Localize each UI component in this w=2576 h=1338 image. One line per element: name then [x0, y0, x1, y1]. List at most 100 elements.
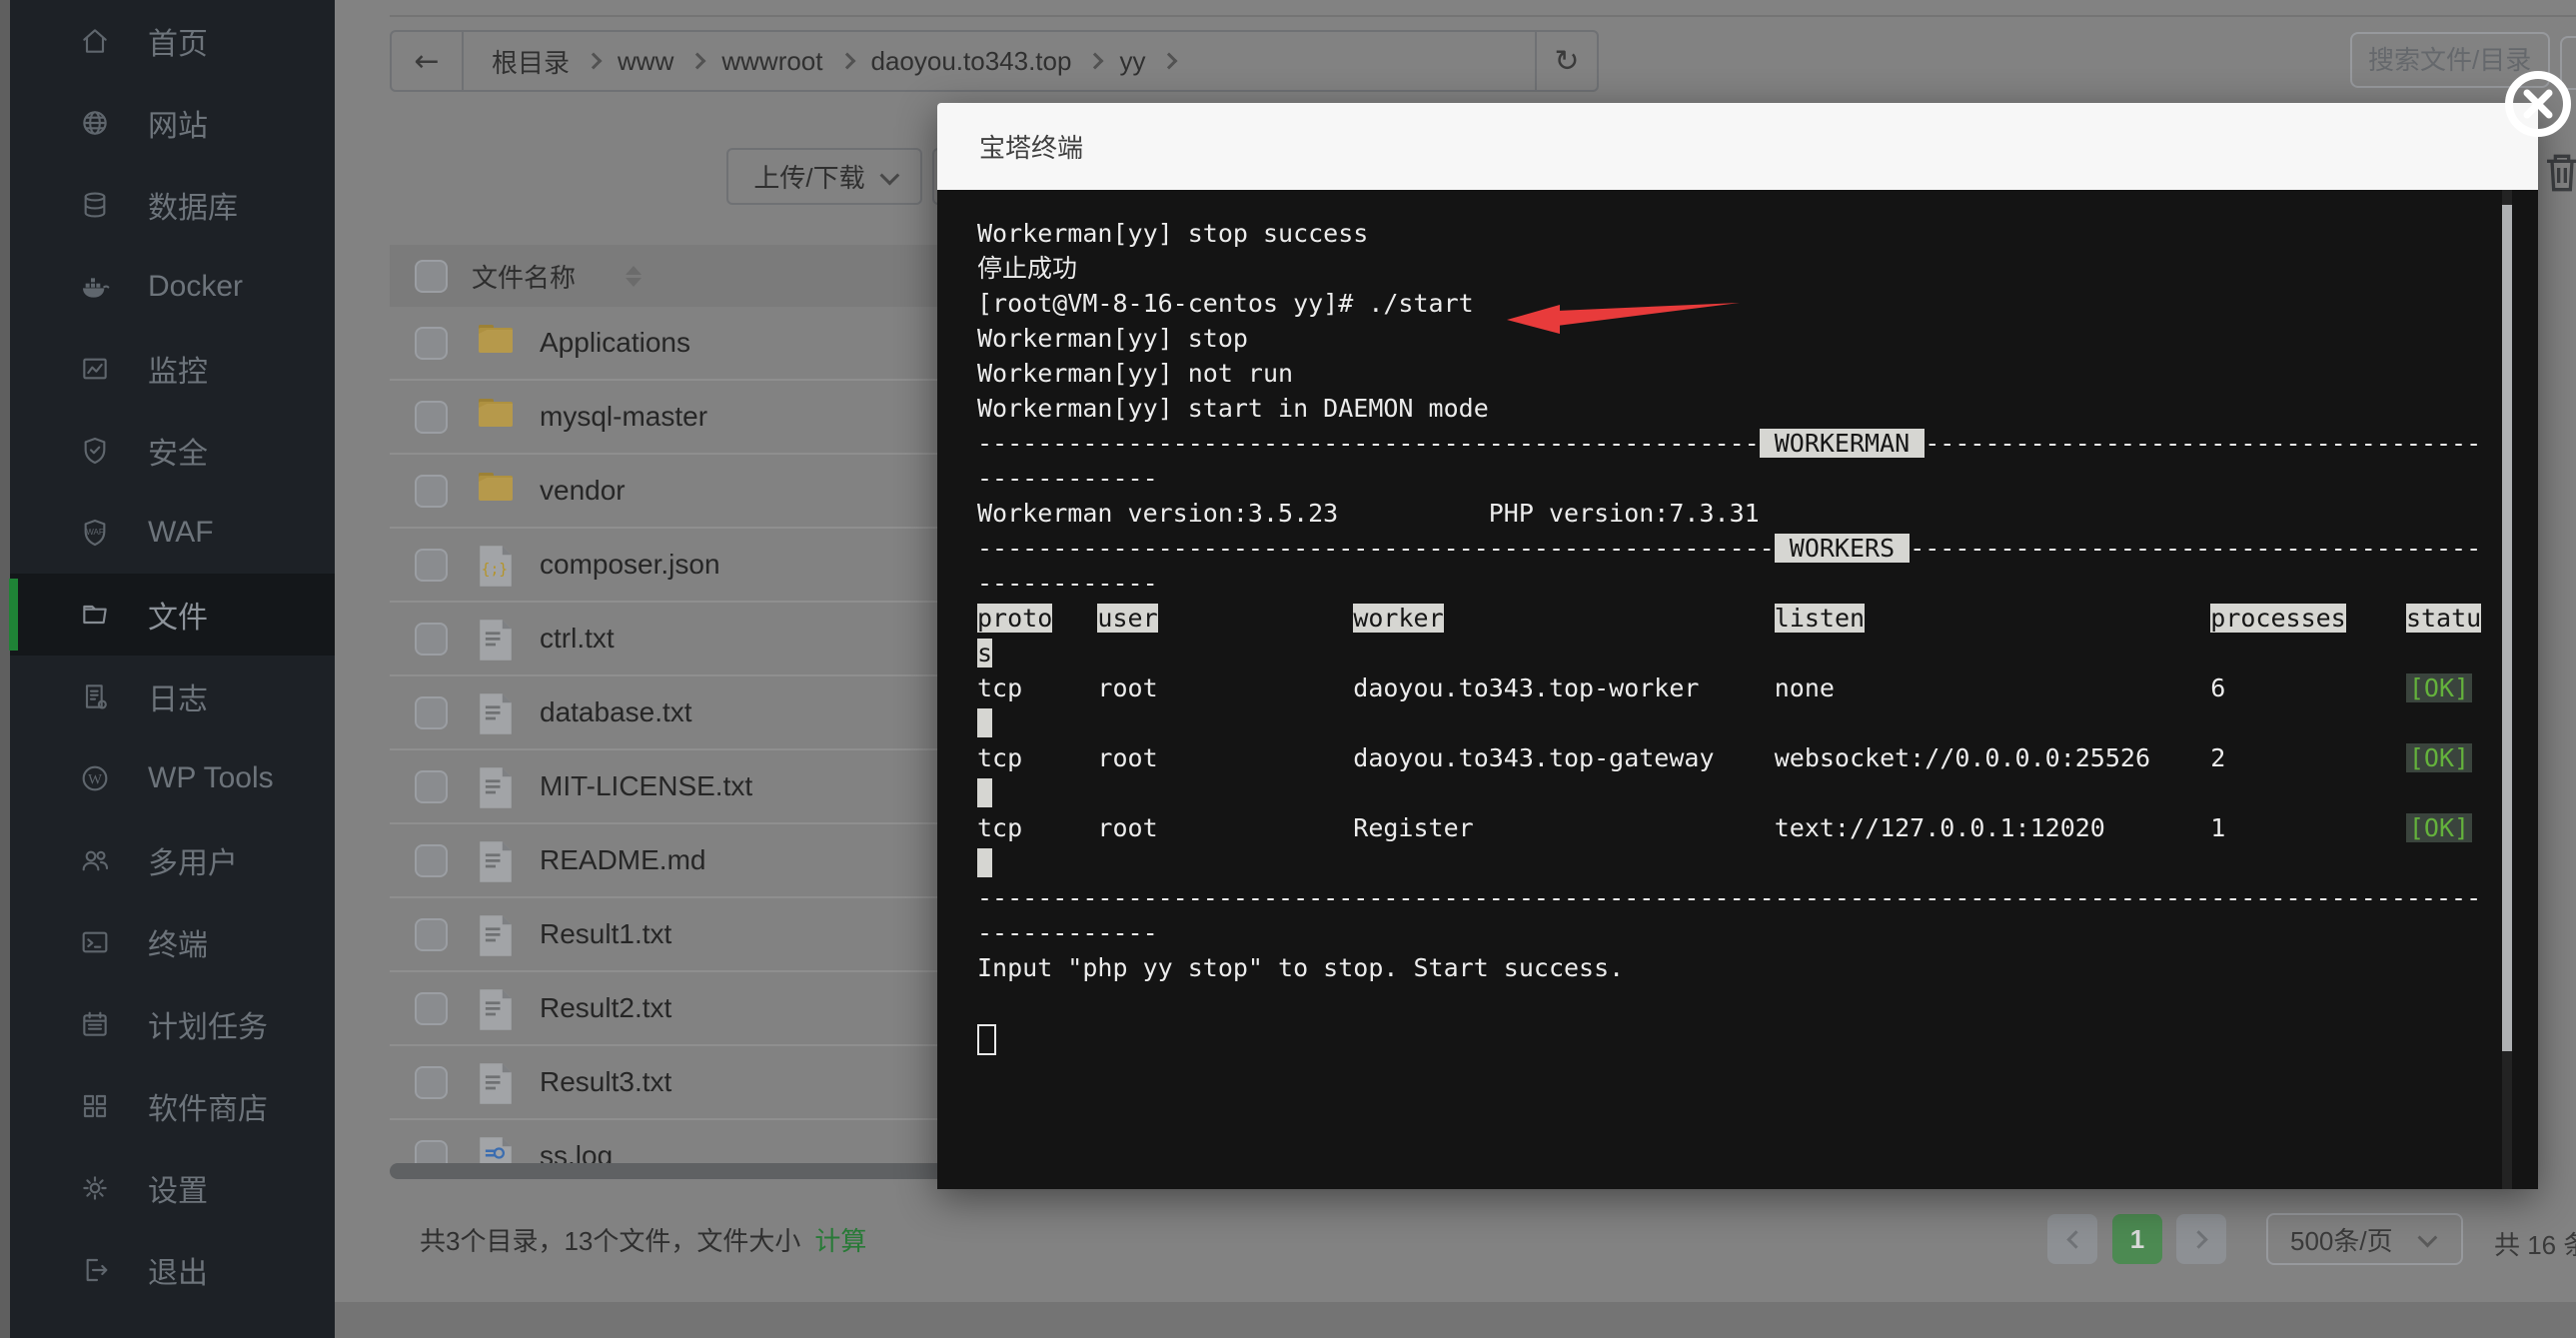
file-row[interactable]: database.txt — [390, 674, 1009, 748]
sort-icon[interactable] — [626, 266, 642, 287]
grid-icon — [78, 1089, 112, 1123]
breadcrumb-segment[interactable]: www — [618, 46, 673, 77]
terminal-scrollbar-thumb[interactable] — [2502, 205, 2512, 1051]
chevron-right-icon — [1087, 53, 1104, 70]
sidebar-item-wordpress[interactable]: WWP Tools — [10, 737, 335, 819]
sidebar-item-logout[interactable]: 退出 — [10, 1229, 335, 1311]
sidebar-item-globe[interactable]: 网站 — [10, 82, 335, 164]
file-row[interactable]: ctrl.txt — [390, 601, 1009, 674]
recycle-bin-icon[interactable] — [2542, 150, 2576, 196]
file-row[interactable]: {;}composer.json — [390, 527, 1009, 601]
breadcrumb-segment[interactable]: yy — [1119, 46, 1145, 77]
sidebar-item-home[interactable]: 首页 — [10, 0, 335, 82]
terminal-line: ----------------------------------------… — [977, 426, 2488, 461]
file-row[interactable]: Applications — [390, 307, 1009, 379]
terminal-line: proto user worker listen processes statu — [977, 601, 2488, 636]
breadcrumb-segment[interactable]: wwwroot — [721, 46, 822, 77]
row-checkbox[interactable] — [415, 844, 448, 877]
row-checkbox[interactable] — [415, 992, 448, 1025]
file-name[interactable]: ctrl.txt — [540, 623, 615, 655]
row-checkbox[interactable] — [415, 1066, 448, 1099]
file-name[interactable]: Result3.txt — [540, 1066, 671, 1098]
sidebar-item-docker[interactable]: Docker — [10, 246, 335, 328]
folder-icon — [478, 322, 514, 364]
terminal-screen[interactable]: Workerman[yy] stop success停止成功[root@VM-8… — [937, 190, 2538, 1189]
terminal-line: tcp root daoyou.to343.top-gateway websoc… — [977, 740, 2488, 775]
select-all-checkbox[interactable] — [415, 260, 448, 293]
page-number-active[interactable]: 1 — [2112, 1214, 2162, 1264]
breadcrumb-segment[interactable]: daoyou.to343.top — [871, 46, 1072, 77]
svg-text:W: W — [88, 771, 102, 787]
row-checkbox[interactable] — [415, 623, 448, 656]
row-checkbox[interactable] — [415, 401, 448, 434]
file-row[interactable]: mysql-master — [390, 379, 1009, 453]
row-checkbox[interactable] — [415, 327, 448, 360]
toolbar-button-upload-download[interactable]: 上传/下载 — [726, 148, 922, 205]
file-name[interactable]: Applications — [540, 327, 690, 359]
file-name[interactable]: database.txt — [540, 696, 692, 728]
sidebar-item-database[interactable]: 数据库 — [10, 164, 335, 246]
row-checkbox[interactable] — [415, 918, 448, 951]
terminal-line: ----------------------------------------… — [977, 531, 2488, 566]
sidebar-item-terminal[interactable]: 终端 — [10, 901, 335, 983]
modal-close-button[interactable] — [2504, 70, 2572, 138]
waf-icon: WAF — [78, 516, 112, 550]
calculate-link[interactable]: 计算 — [814, 1226, 866, 1256]
sidebar-item-users[interactable]: 多用户 — [10, 819, 335, 901]
horizontal-scrollbar[interactable] — [390, 1163, 1009, 1179]
file-row[interactable]: Result2.txt — [390, 970, 1009, 1044]
folder-icon — [78, 598, 112, 632]
chevron-right-icon — [2189, 1230, 2207, 1248]
sidebar-item-shield[interactable]: 安全 — [10, 410, 335, 492]
terminal-line: 停止成功 — [977, 251, 2488, 286]
refresh-button[interactable]: ↻ — [1535, 32, 1597, 90]
sidebar-item-label: 软件商店 — [148, 1084, 268, 1128]
close-icon — [2504, 70, 2572, 138]
status-summary: 共3个目录，13个文件，文件大小计算 — [420, 1221, 866, 1258]
terminal-line — [977, 705, 2488, 740]
terminal-scrollbar — [2502, 190, 2512, 1189]
sidebar-item-gear[interactable]: 设置 — [10, 1147, 335, 1229]
file-name[interactable]: Result2.txt — [540, 992, 671, 1024]
window-edge — [0, 0, 10, 1338]
file-table: 文件名称 Applications mysql-master vendor {;}co… — [390, 245, 1009, 1192]
terminal-line: Workerman[yy] not run — [977, 356, 2488, 391]
back-button[interactable]: ← — [392, 32, 464, 90]
terminal-line — [977, 845, 2488, 880]
chevron-down-icon — [2417, 1228, 2437, 1248]
file-row[interactable]: MIT-LICENSE.txt — [390, 748, 1009, 822]
chevron-right-icon — [838, 53, 855, 70]
sidebar-item-calendar[interactable]: 计划任务 — [10, 983, 335, 1065]
column-filename: 文件名称 — [472, 258, 576, 295]
sidebar-item-log[interactable]: 日志 — [10, 656, 335, 737]
page-prev-button[interactable] — [2047, 1214, 2097, 1264]
file-name[interactable]: MIT-LICENSE.txt — [540, 770, 752, 802]
sidebar-item-folder[interactable]: 文件 — [10, 574, 335, 656]
file-txt-icon — [478, 765, 514, 807]
file-row[interactable]: Result3.txt — [390, 1044, 1009, 1118]
sidebar-item-grid[interactable]: 软件商店 — [10, 1065, 335, 1147]
terminal-line: Workerman[yy] stop — [977, 321, 2488, 356]
file-name[interactable]: README.md — [540, 844, 705, 876]
file-row[interactable]: README.md — [390, 822, 1009, 896]
file-row[interactable]: vendor — [390, 453, 1009, 527]
file-row[interactable]: LOGss.log — [390, 1118, 1009, 1192]
page-next-button[interactable] — [2176, 1214, 2226, 1264]
file-name[interactable]: vendor — [540, 475, 626, 507]
file-row[interactable]: Result1.txt — [390, 896, 1009, 970]
row-checkbox[interactable] — [415, 475, 448, 508]
file-name[interactable]: mysql-master — [540, 401, 707, 433]
sidebar-item-waf[interactable]: WAFWAF — [10, 492, 335, 574]
terminal-line: Input "php yy stop" to stop. Start succe… — [977, 950, 2488, 985]
page-size-select[interactable]: 500条/页 — [2266, 1213, 2463, 1265]
sidebar-item-monitor[interactable]: 监控 — [10, 328, 335, 410]
row-checkbox[interactable] — [415, 549, 448, 582]
chevron-right-icon — [586, 53, 603, 70]
status-ok-badge: [OK] — [2406, 813, 2472, 842]
row-checkbox[interactable] — [415, 696, 448, 729]
row-checkbox[interactable] — [415, 770, 448, 803]
file-name[interactable]: Result1.txt — [540, 918, 671, 950]
breadcrumb-segment[interactable]: 根目录 — [492, 43, 570, 80]
terminal-line: Workerman version:3.5.23 PHP version:7.3… — [977, 496, 2488, 531]
file-name[interactable]: composer.json — [540, 549, 720, 581]
